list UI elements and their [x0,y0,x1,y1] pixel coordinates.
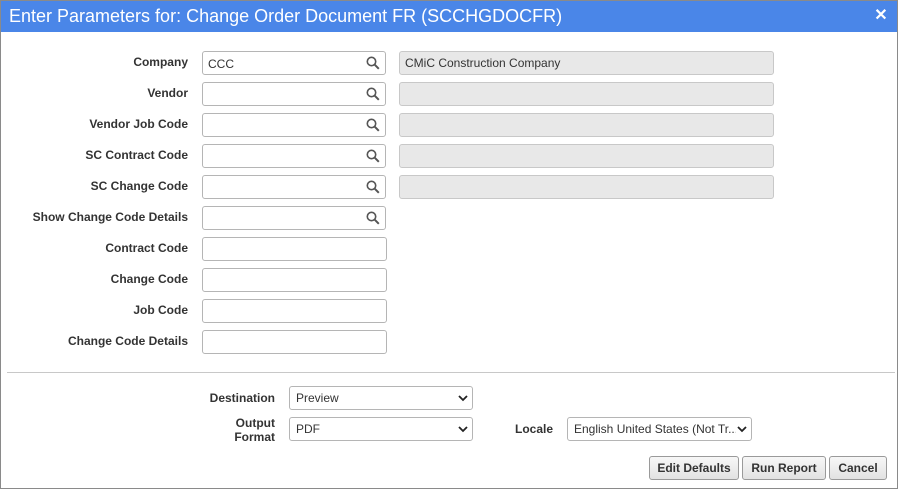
search-icon[interactable] [366,180,380,194]
output-format-value: PDF [296,422,320,436]
param-row-vendor-job-code: Vendor Job Code [1,113,897,137]
company-input[interactable] [208,56,358,71]
company-description: CMiC Construction Company [399,51,774,75]
output-format-label-line1: Output [235,416,275,430]
contract-code-input[interactable] [208,242,358,257]
show-change-code-details-field[interactable] [202,206,386,230]
locale-label: Locale [514,422,553,436]
title-bar: Enter Parameters for: Change Order Docum… [1,1,897,32]
search-icon[interactable] [366,56,380,70]
company-field[interactable] [202,51,386,75]
param-row-vendor: Vendor [1,82,897,106]
sc-contract-code-description [399,144,774,168]
contract-code-field[interactable] [202,237,387,261]
chevron-down-icon [458,395,468,402]
param-label-job-code: Job Code [133,303,188,317]
vendor-job-code-field[interactable] [202,113,386,137]
sc-contract-code-field[interactable] [202,144,386,168]
edit-defaults-button[interactable]: Edit Defaults [649,456,739,480]
cancel-button[interactable]: Cancel [829,456,887,480]
change-code-details-field[interactable] [202,330,387,354]
sc-change-code-input[interactable] [208,180,358,195]
param-label-vendor: Vendor [147,86,188,100]
vendor-description [399,82,774,106]
vendor-job-code-input[interactable] [208,118,358,133]
search-icon[interactable] [366,87,380,101]
param-label-sc-contract-code: SC Contract Code [85,148,188,162]
param-row-change-code: Change Code [1,268,897,292]
close-icon[interactable]: ✕ [871,6,891,26]
param-label-change-code: Change Code [110,272,188,286]
output-format-label-line2: Format [234,430,275,444]
parameters-dialog: Enter Parameters for: Change Order Docum… [0,0,898,489]
vendor-job-code-description [399,113,774,137]
output-format-select[interactable]: PDF [289,417,473,441]
destination-label: Destination [209,391,275,405]
locale-select[interactable]: English United States (Not Tr... [567,417,752,441]
param-label-show-change-code-details: Show Change Code Details [32,210,188,224]
param-label-company: Company [133,55,188,69]
change-code-details-input[interactable] [208,335,358,350]
chevron-down-icon [737,426,747,433]
locale-value: English United States (Not Tr... [574,422,736,436]
job-code-input[interactable] [208,304,358,319]
chevron-down-icon [458,426,468,433]
param-row-company: Company CMiC Construction Company [1,51,897,75]
sc-contract-code-input[interactable] [208,149,358,164]
param-label-change-code-details: Change Code Details [67,334,188,348]
output-format-label: Output Format [181,416,275,444]
run-report-button[interactable]: Run Report [742,456,826,480]
param-row-sc-change-code: SC Change Code [1,175,897,199]
section-divider [7,372,895,373]
param-row-change-code-details: Change Code Details [1,330,897,354]
param-row-job-code: Job Code [1,299,897,323]
destination-value: Preview [296,391,339,405]
change-code-field[interactable] [202,268,387,292]
destination-select[interactable]: Preview [289,386,473,410]
vendor-input[interactable] [208,87,358,102]
param-label-contract-code: Contract Code [105,241,188,255]
change-code-input[interactable] [208,273,358,288]
job-code-field[interactable] [202,299,387,323]
sc-change-code-description [399,175,774,199]
param-label-vendor-job-code: Vendor Job Code [89,117,188,131]
search-icon[interactable] [366,149,380,163]
show-change-code-details-input[interactable] [208,211,358,226]
vendor-field[interactable] [202,82,386,106]
param-row-sc-contract-code: SC Contract Code [1,144,897,168]
param-row-contract-code: Contract Code [1,237,897,261]
param-row-show-change-code-details: Show Change Code Details [1,206,897,230]
search-icon[interactable] [366,118,380,132]
param-label-sc-change-code: SC Change Code [90,179,188,193]
dialog-title: Enter Parameters for: Change Order Docum… [9,6,563,26]
sc-change-code-field[interactable] [202,175,386,199]
search-icon[interactable] [366,211,380,225]
